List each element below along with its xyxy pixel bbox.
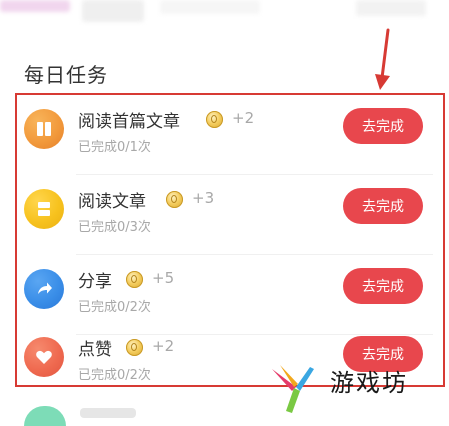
next-task-label xyxy=(80,408,136,418)
task-item-read-article: 阅读文章 +3 已完成0/3次 去完成 xyxy=(0,175,449,255)
coin-icon xyxy=(126,271,143,288)
article-icon xyxy=(24,189,64,229)
coin-icon xyxy=(166,191,183,208)
task-name: 阅读文章 xyxy=(78,192,146,212)
task-reward: +5 xyxy=(152,269,175,287)
task-item-like: 点赞 +2 已完成0/2次 去完成 xyxy=(0,323,449,403)
task-reward: +2 xyxy=(152,337,175,355)
go-complete-button[interactable]: 去完成 xyxy=(343,188,423,224)
task-reward: +3 xyxy=(192,189,215,207)
section-title: 每日任务 xyxy=(24,63,108,87)
blurred-header-fragment xyxy=(0,0,70,12)
task-progress: 已完成0/3次 xyxy=(78,220,151,235)
blurred-header-fragment xyxy=(82,0,144,22)
go-complete-button[interactable]: 去完成 xyxy=(343,108,423,144)
blurred-header-fragment xyxy=(356,0,426,16)
next-task-icon xyxy=(24,406,66,426)
share-icon xyxy=(24,269,64,309)
go-complete-button[interactable]: 去完成 xyxy=(343,268,423,304)
daily-tasks-screen: { "section_title": "每日任务", "tasks": [ { … xyxy=(0,0,449,426)
task-name: 阅读首篇文章 xyxy=(78,112,180,132)
coin-icon xyxy=(206,111,223,128)
task-name: 分享 xyxy=(78,272,112,292)
task-item-read-first-article: 阅读首篇文章 +2 已完成0/1次 去完成 xyxy=(0,95,449,175)
task-reward: +2 xyxy=(232,109,255,127)
coin-icon xyxy=(126,339,143,356)
task-progress: 已完成0/1次 xyxy=(78,140,151,155)
task-progress: 已完成0/2次 xyxy=(78,368,151,383)
blurred-header-fragment xyxy=(160,0,260,14)
heart-icon xyxy=(24,337,64,377)
go-complete-button[interactable]: 去完成 xyxy=(343,336,423,372)
book-icon xyxy=(24,109,64,149)
task-progress: 已完成0/2次 xyxy=(78,300,151,315)
task-name: 点赞 xyxy=(78,340,112,360)
